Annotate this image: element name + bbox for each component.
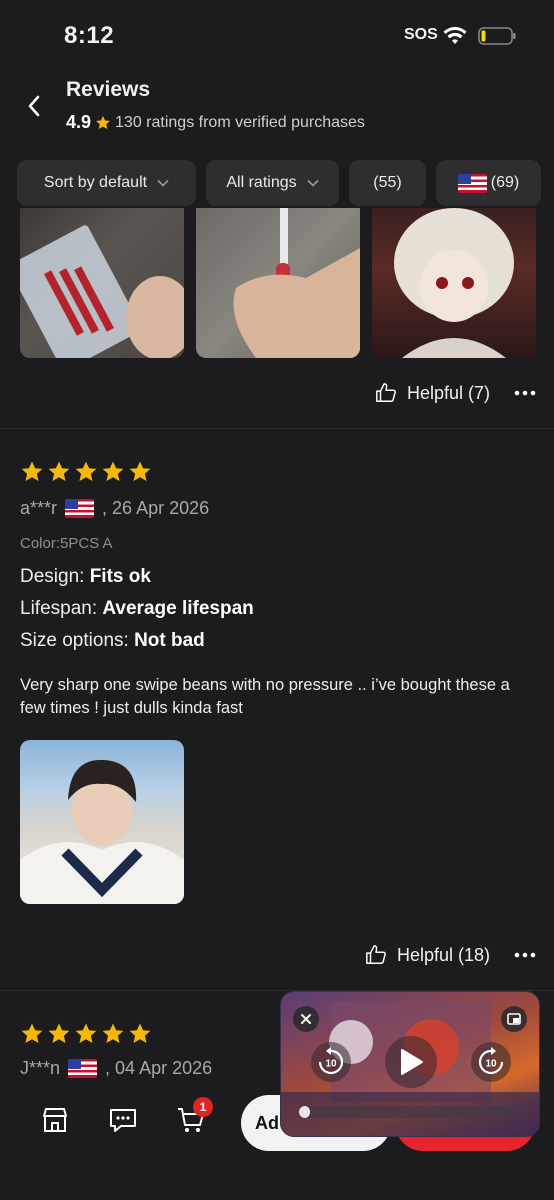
skip-back-10-icon: 10: [318, 1047, 344, 1075]
star-icon: [48, 461, 70, 481]
helpful-count[interactable]: Helpful (18): [397, 945, 490, 966]
star-icon: [102, 461, 124, 481]
us-flag-icon: [68, 1059, 98, 1078]
photos-count: (55): [373, 174, 402, 191]
svg-text:10: 10: [325, 1059, 337, 1070]
close-icon: [301, 1014, 311, 1024]
sort-dropdown[interactable]: Sort by default: [17, 160, 196, 206]
helpful-count[interactable]: Helpful (7): [407, 383, 490, 404]
skip-forward-10-icon: 10: [478, 1047, 504, 1075]
ratings-label: All ratings: [226, 174, 297, 191]
pip-video-player[interactable]: 10 10: [280, 991, 540, 1137]
anime-character-image: [394, 208, 514, 358]
star-icon: [102, 1023, 124, 1043]
more-options-icon[interactable]: [514, 952, 536, 958]
skip-back-button[interactable]: 10: [311, 1042, 351, 1082]
pip-restore-button[interactable]: [501, 1006, 527, 1032]
person-photo-image: [20, 759, 184, 904]
chat-icon[interactable]: [108, 1105, 138, 1135]
star-icon: [48, 1023, 70, 1043]
us-flag-icon: [65, 499, 95, 518]
helpful-row: Helpful (18): [365, 944, 536, 966]
review-photo[interactable]: [372, 208, 536, 358]
review-photos: [20, 208, 536, 358]
divider: [0, 428, 554, 429]
pip-close-button[interactable]: [293, 1006, 319, 1032]
star-rating: [20, 460, 540, 484]
status-bar: 8:12 SOS: [0, 0, 554, 70]
review-text: Very sharp one swipe beans with no press…: [20, 676, 510, 717]
review-author: a***r: [20, 498, 58, 518]
country-count: (69): [490, 174, 520, 191]
chevron-left-icon: [28, 95, 40, 117]
review-variant: Color:5PCS A: [20, 535, 113, 552]
skip-forward-button[interactable]: 10: [471, 1042, 511, 1082]
ratings-dropdown[interactable]: All ratings: [206, 160, 339, 206]
rating-count-text: 130 ratings from verified purchases: [115, 113, 365, 131]
wifi-icon: [443, 26, 467, 44]
product-package-image: [20, 225, 184, 358]
attribute-design: Design: Fits ok: [20, 566, 151, 587]
status-time: 8:12: [64, 22, 115, 49]
back-button[interactable]: [20, 90, 48, 122]
review-card: a***r , 26 Apr 2026 Color:5PCS A Design:…: [20, 460, 540, 904]
video-progress-bar[interactable]: [299, 1106, 525, 1118]
store-icon[interactable]: [40, 1105, 70, 1135]
razor-in-hand-image: [233, 208, 360, 358]
reviews-header: Reviews 4.9 130 ratings from verified pu…: [0, 70, 554, 155]
pip-restore-icon: [507, 1013, 521, 1025]
attribute-lifespan: Lifespan: Average lifespan: [20, 598, 254, 619]
thumbs-up-icon[interactable]: [365, 944, 387, 966]
sort-label: Sort by default: [43, 174, 148, 191]
review-author: J***n: [20, 1058, 61, 1078]
page-title: Reviews: [66, 78, 151, 101]
chevron-down-icon: [157, 179, 169, 187]
star-icon: [129, 461, 151, 481]
filter-bar: Sort by default All ratings (55) (69): [17, 160, 554, 206]
review-photo[interactable]: [20, 740, 184, 904]
svg-text:10: 10: [485, 1059, 497, 1070]
review-photo[interactable]: [20, 208, 184, 358]
rating-value: 4.9: [66, 112, 92, 132]
review-date: , 26 Apr 2026: [102, 498, 210, 518]
review-date: , 04 Apr 2026: [105, 1058, 213, 1078]
chevron-down-icon: [307, 179, 319, 187]
star-icon: [96, 115, 110, 129]
review-photo[interactable]: [196, 208, 360, 358]
star-icon: [75, 1023, 97, 1043]
country-filter-chip[interactable]: (69): [436, 160, 541, 206]
star-icon: [75, 461, 97, 481]
star-icon: [129, 1023, 151, 1043]
photos-filter-chip[interactable]: (55): [349, 160, 426, 206]
play-button[interactable]: [385, 1036, 437, 1088]
us-flag-icon: [457, 173, 487, 193]
video-progress-fill: [299, 1106, 311, 1118]
thumbs-up-icon[interactable]: [375, 382, 397, 404]
cart-count-badge: 1: [193, 1097, 213, 1117]
rating-summary: 4.9 130 ratings from verified purchases: [66, 112, 365, 133]
star-icon: [21, 1023, 43, 1043]
more-options-icon[interactable]: [514, 390, 536, 396]
star-icon: [21, 461, 43, 481]
review-meta: a***r , 26 Apr 2026: [20, 498, 540, 519]
play-icon: [401, 1049, 423, 1075]
status-sos: SOS: [404, 26, 438, 43]
battery-icon: [478, 27, 516, 45]
helpful-row: Helpful (7): [375, 382, 536, 404]
attribute-size-options: Size options: Not bad: [20, 630, 205, 651]
